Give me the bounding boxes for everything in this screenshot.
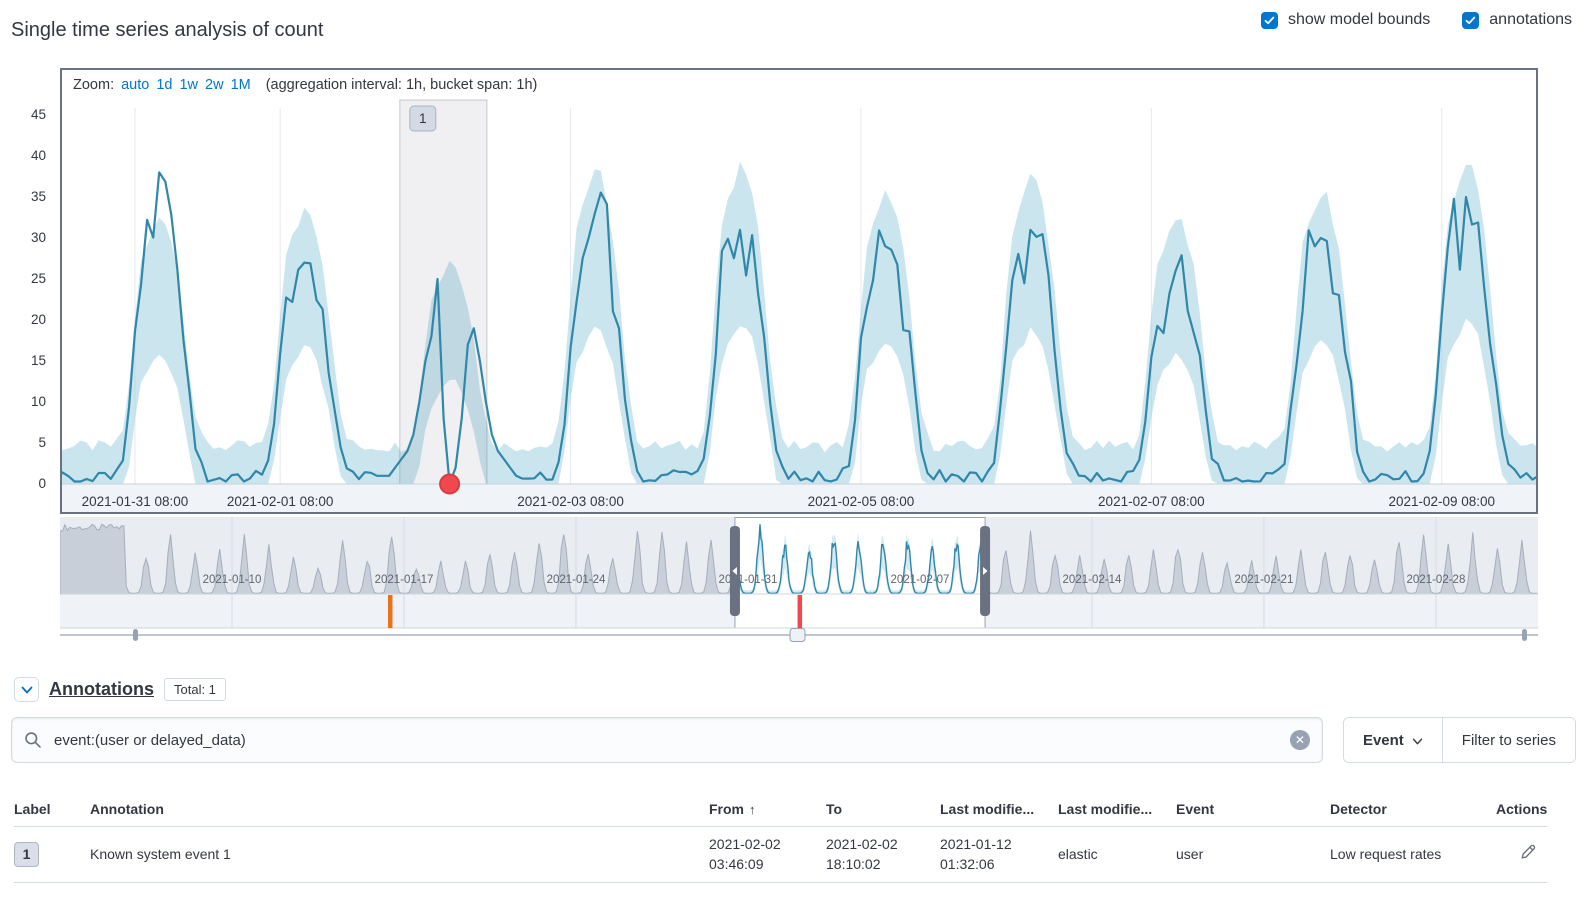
search-icon	[24, 731, 42, 754]
annotation-label-badge: 1	[14, 842, 39, 867]
collapse-annotations-button[interactable]	[14, 677, 39, 702]
annotations-search-box: ✕	[11, 717, 1323, 763]
checkbox-label: annotations	[1489, 11, 1572, 29]
y-axis-tick-label: 25	[0, 270, 46, 288]
single-metric-viewer: Single time series analysis of count sho…	[0, 0, 1586, 904]
page-title: Single time series analysis of count	[11, 19, 323, 42]
navigator-tick-label: 2021-02-28	[1407, 574, 1466, 586]
y-axis-tick-label: 45	[0, 106, 46, 124]
y-axis-tick-label: 40	[0, 147, 46, 165]
annotations-search-input[interactable]	[11, 717, 1323, 763]
edit-annotation-button[interactable]	[1520, 847, 1537, 863]
main-timeseries-chart[interactable]: 1 2021-01-31 08:00 2021-02-01 08:00 2021-02…	[60, 68, 1538, 514]
column-header-last-modified-by[interactable]: Last modifie...	[1058, 801, 1176, 817]
y-axis-tick-label: 20	[0, 311, 46, 329]
zoom-option-1d[interactable]: 1d	[156, 77, 172, 93]
column-header-label[interactable]: Label	[14, 801, 90, 817]
column-header-actions[interactable]: Actions	[1496, 801, 1547, 817]
navigator-tick-label: 2021-02-21	[1235, 574, 1294, 586]
cell-annotation: Known system event 1	[90, 844, 709, 864]
annotations-total-badge: Total: 1	[164, 678, 226, 701]
scrollbar-left-handle[interactable]	[133, 629, 138, 641]
navigator-right-handle[interactable]	[980, 526, 990, 616]
y-axis-tick-label: 35	[0, 188, 46, 206]
cell-event: user	[1176, 844, 1330, 864]
zoom-label: Zoom:	[73, 77, 114, 93]
checkbox-checked-icon	[1462, 12, 1479, 29]
column-header-last-modified-date[interactable]: Last modifie...	[940, 801, 1058, 817]
show-model-bounds-checkbox[interactable]: show model bounds	[1261, 11, 1430, 29]
chevron-down-icon	[1412, 732, 1423, 749]
y-axis-tick-label: 30	[0, 229, 46, 247]
checkbox-label: show model bounds	[1288, 11, 1430, 29]
annotation-band-label[interactable]: 1	[410, 106, 436, 131]
annotations-checkbox[interactable]: annotations	[1462, 11, 1572, 29]
navigator-tick-label: 2021-01-17	[375, 574, 434, 586]
aggregation-note: (aggregation interval: 1h, bucket span: …	[266, 77, 538, 93]
y-axis-tick-label: 0	[0, 475, 46, 493]
event-filter-dropdown[interactable]: Event	[1344, 718, 1442, 762]
navigator-tick-label: 2021-02-14	[1063, 574, 1122, 586]
scrollbar-thumb[interactable]	[790, 629, 805, 642]
annotations-table: LabelAnnotationFrom↑ToLast modifie...Las…	[14, 795, 1547, 883]
cell-to: 2021-02-02 18:10:02	[826, 834, 940, 875]
column-header-detector[interactable]: Detector	[1330, 801, 1496, 817]
event-filter-label: Event	[1363, 732, 1404, 749]
x-axis-tick-label: 2021-02-07 08:00	[1098, 494, 1205, 509]
annotations-filter-bar: ✕ Event Filter to series	[11, 717, 1576, 763]
navigator-tick-label: 2021-02-07	[891, 574, 950, 586]
navigator-tick-label: 2021-01-24	[547, 574, 606, 586]
sort-ascending-icon: ↑	[749, 802, 756, 817]
y-axis-tick-label: 10	[0, 393, 46, 411]
annotations-header: Annotations Total: 1	[14, 677, 226, 702]
scrollbar-right-handle[interactable]	[1522, 629, 1527, 641]
column-header-annotation[interactable]: Annotation	[90, 801, 709, 817]
chevron-down-icon	[21, 682, 33, 697]
filter-to-series-button[interactable]: Filter to series	[1442, 718, 1575, 762]
zoom-option-auto[interactable]: auto	[121, 77, 149, 93]
navigator-annotation-marker[interactable]	[388, 595, 393, 628]
annotations-table-body: 1 Known system event 12021-02-02 03:46:09…	[14, 827, 1547, 883]
annotation-row: 1 Known system event 12021-02-02 03:46:09…	[14, 827, 1547, 883]
zoom-controls: Zoom: auto 1d 1w 2w 1M (aggregation interval…	[73, 77, 537, 93]
column-header-to[interactable]: To	[826, 801, 940, 817]
cell-from: 2021-02-02 03:46:09	[709, 834, 826, 875]
y-axis-tick-label: 15	[0, 352, 46, 370]
y-axis-tick-label: 5	[0, 434, 46, 452]
annotations-filter-buttons: Event Filter to series	[1343, 717, 1576, 763]
cell-detector: Low request rates	[1330, 844, 1496, 864]
x-axis-tick-label: 2021-02-05 08:00	[808, 494, 915, 509]
column-header-event[interactable]: Event	[1176, 801, 1330, 817]
context-navigator-chart[interactable]: 2021-01-10 2021-01-17 2021-01-24 2021-01-31…	[60, 517, 1538, 642]
navigator-tick-label: 2021-01-31	[719, 574, 778, 586]
cell-label: 1	[14, 842, 90, 867]
x-axis-tick-label: 2021-02-03 08:00	[517, 494, 624, 509]
column-header-from[interactable]: From↑	[709, 801, 826, 817]
x-axis-tick-label: 2021-01-31 08:00	[82, 494, 189, 509]
svg-text:1: 1	[419, 110, 427, 126]
navigator-left-handle[interactable]	[730, 526, 740, 616]
navigator-annotation-marker[interactable]	[798, 595, 803, 628]
annotations-table-header: LabelAnnotationFrom↑ToLast modifie...Las…	[14, 795, 1547, 827]
checkbox-checked-icon	[1261, 12, 1278, 29]
zoom-option-1w[interactable]: 1w	[179, 77, 198, 93]
zoom-option-1M[interactable]: 1M	[231, 77, 251, 93]
x-axis-tick-label: 2021-02-09 08:00	[1388, 494, 1495, 509]
zoom-options: auto 1d 1w 2w 1M	[121, 77, 251, 93]
annotations-heading: Annotations	[49, 679, 154, 700]
cell-actions	[1496, 843, 1547, 865]
cell-last-modified-date: 2021-01-12 01:32:06	[940, 834, 1058, 875]
zoom-option-2w[interactable]: 2w	[205, 77, 224, 93]
chart-option-checkboxes: show model bounds annotations	[1261, 11, 1572, 29]
navigator-tick-label: 2021-01-10	[203, 574, 262, 586]
x-axis-tick-label: 2021-02-01 08:00	[227, 494, 334, 509]
cell-last-modified-by: elastic	[1058, 844, 1176, 864]
anomaly-marker-dot[interactable]	[440, 475, 459, 494]
clear-search-button[interactable]: ✕	[1290, 730, 1310, 750]
